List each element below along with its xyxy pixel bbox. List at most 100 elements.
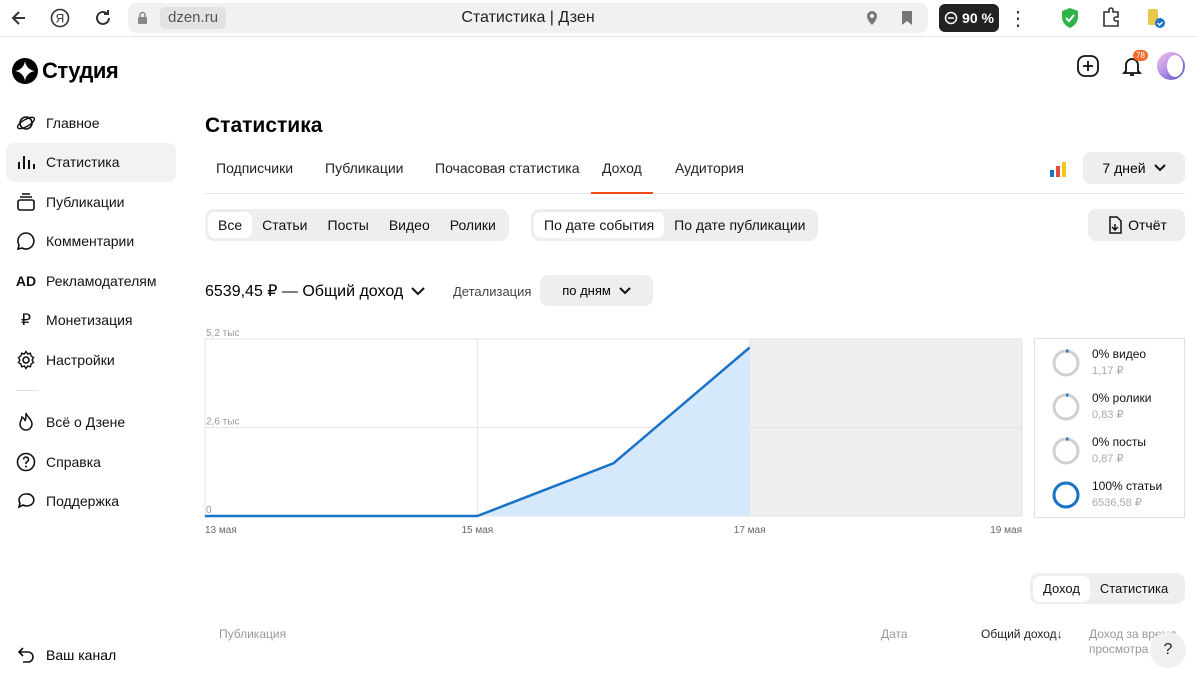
location-pin-icon[interactable] (864, 10, 880, 26)
sidebar-item-publications[interactable]: Публикации (6, 182, 176, 222)
sidebar-item-support[interactable]: Поддержка (6, 482, 176, 522)
report-doc-icon (1109, 216, 1122, 234)
sidebar-item-advertisers[interactable]: AD Рекламодателям (6, 261, 176, 301)
filter-all[interactable]: Все (208, 212, 253, 238)
help-fab-button[interactable]: ? (1150, 632, 1186, 668)
y-tick-label: 5,2 тыс (206, 328, 239, 339)
donut-track (1052, 393, 1080, 421)
detail-value: по дням (562, 283, 611, 298)
period-select[interactable]: 7 дней (1083, 152, 1185, 184)
studio-logo[interactable]: Студия (12, 58, 119, 84)
legend-main: 100% статьи (1092, 479, 1163, 493)
total-income-select[interactable]: 6539,45 ₽ — Общий доход (205, 281, 425, 301)
tab-publications[interactable]: Публикации (314, 156, 414, 194)
donut-icon (1052, 437, 1080, 465)
donut-icon (1052, 393, 1080, 421)
profile-extension-icon[interactable] (1143, 6, 1167, 30)
column-header-total-income[interactable]: Общий доход↓ (981, 627, 1063, 641)
bar-chart-icon (16, 152, 36, 172)
yandex-icon[interactable]: Я (43, 1, 77, 35)
browser-toolbar: Я dzen.ru Статистика | Дзен 90 % ⋮ (0, 0, 1197, 37)
zoom-icon (944, 11, 958, 25)
sidebar-item-label: Настройки (46, 351, 115, 368)
sidebar-item-your-channel[interactable]: Ваш канал (16, 645, 116, 665)
filter-by-publish-date[interactable]: По дате публикации (664, 212, 815, 238)
x-tick-label: 13 мая (205, 525, 237, 536)
sidebar-item-statistics[interactable]: Статистика (6, 142, 176, 182)
donut-icon (1052, 349, 1080, 377)
bookmark-icon[interactable] (900, 10, 914, 26)
filter-by-event-date[interactable]: По дате события (534, 212, 665, 238)
income-chart: 0 2,6 тыс 5,2 тыс 13 мая 15 мая 17 мая 19 мая (200, 322, 1030, 542)
dzen-logo-icon (12, 58, 38, 84)
sidebar-item-settings[interactable]: Настройки (6, 340, 176, 380)
income-breakdown-legend: 0% видео 1,17 ₽ 0% ролики 0,83 ₽ 0% пост… (1034, 338, 1185, 518)
chevron-down-icon (411, 286, 425, 295)
toggle-statistics[interactable]: Статистика (1090, 576, 1178, 602)
tab-hourly[interactable]: Почасовая статистика (424, 156, 591, 194)
more-menu-icon[interactable]: ⋮ (1008, 6, 1028, 31)
tab-audience[interactable]: Аудитория (664, 156, 755, 194)
chevron-down-icon (1153, 164, 1166, 172)
tab-income[interactable]: Доход (591, 156, 653, 194)
stats-tabs: Подписчики Публикации Почасовая статисти… (205, 156, 1185, 194)
sidebar-item-label: Поддержка (46, 493, 120, 510)
report-label: Отчёт (1128, 217, 1167, 233)
donut-track (1052, 349, 1080, 377)
legend-main: 0% ролики (1092, 391, 1152, 405)
sidebar-item-help[interactable]: Справка (6, 442, 176, 482)
table-mode-toggle: Доход Статистика (1030, 573, 1185, 604)
question-icon: ? (1163, 641, 1173, 658)
avatar[interactable] (1157, 52, 1185, 80)
reload-icon[interactable] (86, 1, 120, 35)
address-bar[interactable]: dzen.ru Статистика | Дзен (128, 3, 928, 33)
column-header-date[interactable]: Дата (881, 627, 908, 641)
help-icon (16, 452, 36, 472)
x-tick-label: 15 мая (461, 525, 493, 536)
tab-subscribers[interactable]: Подписчики (205, 156, 304, 194)
ad-icon: AD (15, 272, 37, 289)
content-type-filter: Все Статьи Посты Видео Ролики (205, 209, 509, 241)
filter-posts[interactable]: Посты (318, 212, 379, 238)
sidebar-item-label: Главное (46, 114, 100, 131)
sort-arrow-icon: ↓ (1056, 627, 1063, 641)
filter-articles[interactable]: Статьи (252, 212, 317, 238)
detail-label: Детализация (453, 284, 532, 299)
sidebar-item-about-dzen[interactable]: Всё о Дзене (6, 403, 176, 443)
comment-icon (16, 231, 36, 251)
back-arrow-icon (16, 645, 36, 665)
zoom-indicator[interactable]: 90 % (939, 4, 999, 32)
planet-icon (16, 113, 36, 133)
legend-sub: 0,83 ₽ (1092, 409, 1124, 421)
chart-type-icon[interactable] (1050, 161, 1066, 177)
svg-text:Я: Я (56, 12, 65, 26)
legend-main: 0% посты (1092, 435, 1146, 449)
donut-track (1052, 437, 1080, 465)
sidebar-item-main[interactable]: Главное (6, 103, 176, 143)
shield-extension-icon[interactable] (1058, 6, 1082, 30)
donut-fill (1052, 481, 1080, 509)
income-chart-svg: 0 2,6 тыс 5,2 тыс 13 мая 15 мая 17 мая 19 мая (204, 328, 1023, 536)
toggle-income[interactable]: Доход (1033, 575, 1090, 602)
sidebar-item-comments[interactable]: Комментарии (6, 222, 176, 262)
column-header-publication[interactable]: Публикация (219, 627, 286, 641)
stack-icon (16, 192, 36, 212)
sidebar-item-label: Ваш канал (46, 647, 117, 663)
sidebar-item-monetization[interactable]: ₽ Монетизация (6, 301, 176, 341)
report-button[interactable]: Отчёт (1088, 209, 1185, 241)
sidebar-item-label: Рекламодателям (46, 272, 157, 289)
sidebar-item-label: Справка (46, 453, 101, 470)
ruble-icon: ₽ (20, 312, 32, 330)
filter-shorts[interactable]: Ролики (440, 212, 506, 238)
filter-video[interactable]: Видео (379, 212, 440, 238)
back-arrow-icon[interactable] (2, 1, 36, 35)
y-tick-label: 2,6 тыс (206, 417, 239, 428)
flame-icon (16, 412, 36, 432)
add-content-icon[interactable] (1076, 54, 1100, 78)
gear-icon (16, 349, 36, 370)
zoom-value: 90 % (962, 10, 994, 26)
browser-page-title: Статистика | Дзен (461, 9, 595, 26)
puzzle-extension-icon[interactable] (1100, 6, 1124, 30)
detail-select[interactable]: по дням (540, 275, 653, 306)
legend-main: 0% видео (1092, 347, 1147, 361)
